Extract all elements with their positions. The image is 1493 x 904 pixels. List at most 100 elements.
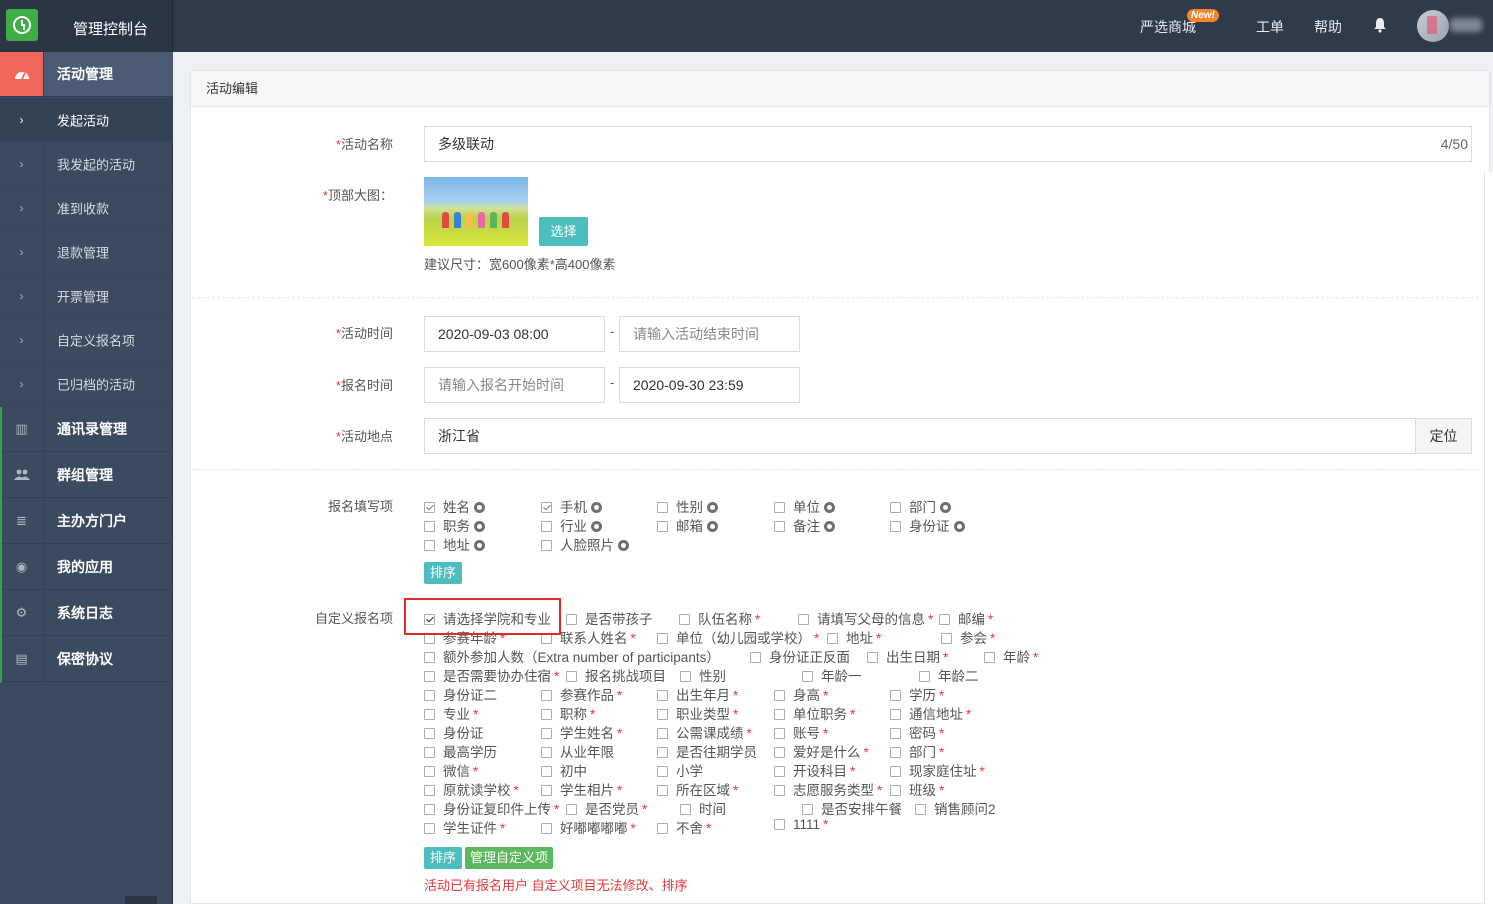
custom-item-option[interactable]: 出生年月 * (657, 684, 738, 703)
custom-item-option[interactable]: 身份证正反面 (750, 646, 850, 665)
checkbox[interactable] (774, 521, 785, 532)
gear-icon[interactable] (618, 540, 629, 551)
sidebar-item-groups[interactable]: 群组管理 (0, 453, 173, 498)
checkbox[interactable] (657, 633, 668, 644)
custom-item-option[interactable]: 是否需要协办住宿 * (424, 665, 559, 684)
checkbox[interactable] (890, 502, 901, 513)
custom-item-option[interactable]: 1111 * (774, 817, 828, 836)
fill-item-option[interactable]: 姓名 (424, 496, 485, 515)
custom-item-option[interactable]: 年龄 * (984, 646, 1038, 665)
checkbox[interactable] (541, 823, 552, 834)
checkbox[interactable] (774, 747, 785, 758)
avatar[interactable] (1417, 10, 1449, 42)
checkbox[interactable] (424, 540, 435, 551)
custom-item-option[interactable]: 是否安排午餐 (802, 798, 902, 817)
checkbox[interactable] (657, 785, 668, 796)
gear-icon[interactable] (953, 521, 965, 532)
gear-icon[interactable] (824, 521, 835, 532)
fill-item-option[interactable]: 人脸照片 (541, 534, 629, 553)
custom-item-option[interactable]: 年龄二 (919, 665, 979, 684)
checkbox[interactable] (541, 540, 552, 551)
custom-item-option[interactable]: 报名挑战项目 (566, 665, 666, 684)
custom-item-option[interactable]: 邮编 * (939, 608, 993, 627)
sidebar-sub-archived[interactable]: › 已归档的活动 (0, 362, 173, 406)
sidebar-sub-custom-fields[interactable]: › 自定义报名项 (0, 318, 173, 362)
sidebar-sub-refunds[interactable]: › 退款管理 (0, 230, 173, 274)
gear-icon[interactable] (474, 540, 485, 551)
checkbox[interactable] (774, 709, 785, 720)
custom-sort-button[interactable]: 排序 (424, 847, 462, 869)
custom-item-option[interactable]: 参赛作品 * (541, 684, 622, 703)
checkbox[interactable] (680, 804, 691, 815)
custom-item-option[interactable]: 出生日期 * (867, 646, 948, 665)
checkbox[interactable] (424, 747, 435, 758)
checkbox[interactable] (424, 728, 435, 739)
fill-item-option[interactable]: 邮箱 (657, 515, 718, 534)
activity-name-input[interactable]: 多级联动 4/50 (424, 126, 1472, 162)
custom-item-option[interactable]: 职业类型 * (657, 703, 738, 722)
custom-item-option[interactable]: 从业年限 (541, 741, 614, 760)
location-input[interactable]: 浙江省 定位 (424, 418, 1472, 454)
sidebar-sub-payments[interactable]: › 准到收款 (0, 186, 173, 230)
custom-item-option[interactable]: 学生相片 * (541, 779, 622, 798)
custom-item-option[interactable]: 部门 * (890, 741, 944, 760)
checkbox[interactable] (657, 823, 668, 834)
custom-item-option[interactable]: 额外参加人数（Extra number of participants） (424, 646, 720, 665)
checkbox[interactable] (774, 766, 785, 777)
checkbox[interactable] (424, 690, 435, 701)
checkbox[interactable] (827, 633, 838, 644)
sidebar-item-nda[interactable]: ▤ 保密协议 (0, 637, 173, 682)
custom-item-option[interactable]: 单位（幼儿园或学校） * (657, 627, 819, 646)
checkbox[interactable] (774, 785, 785, 796)
checkbox[interactable] (541, 521, 552, 532)
checkbox[interactable] (802, 671, 813, 682)
sidebar-sub-invoices[interactable]: › 开票管理 (0, 274, 173, 318)
custom-item-option[interactable]: 学生证件 * (424, 817, 505, 836)
custom-item-option[interactable]: 年龄一 (802, 665, 862, 684)
custom-item-option[interactable]: 微信 * (424, 760, 478, 779)
checkbox[interactable] (774, 502, 785, 513)
fill-item-option[interactable]: 地址 (424, 534, 485, 553)
custom-item-option[interactable]: 是否带孩子 (566, 608, 653, 627)
custom-item-option[interactable]: 志愿服务类型 * (774, 779, 882, 798)
sidebar-item-logs[interactable]: ⚙ 系统日志 (0, 591, 173, 636)
checkbox[interactable] (890, 728, 901, 739)
custom-item-option[interactable]: 参会 * (941, 627, 995, 646)
checkbox[interactable] (890, 766, 901, 777)
checkbox[interactable] (424, 804, 435, 815)
gear-icon[interactable] (707, 521, 718, 532)
gear-icon[interactable] (591, 521, 602, 532)
checkbox[interactable] (867, 652, 878, 663)
custom-item-option[interactable]: 销售顾问2 (915, 798, 996, 817)
fill-item-option[interactable]: 部门 (890, 496, 951, 515)
custom-item-option[interactable]: 小学 (657, 760, 703, 779)
checkbox[interactable] (984, 652, 995, 663)
locate-button[interactable]: 定位 (1415, 419, 1471, 453)
checkbox[interactable] (939, 614, 950, 625)
custom-item-option[interactable]: 身份证二 (424, 684, 497, 703)
checkbox[interactable] (679, 614, 690, 625)
custom-item-option[interactable]: 初中 (541, 760, 587, 779)
checkbox[interactable] (424, 502, 435, 513)
sidebar-item-contacts[interactable]: ▥ 通讯录管理 (0, 407, 173, 452)
custom-item-option[interactable]: 原就读学校 * (424, 779, 519, 798)
checkbox[interactable] (890, 785, 901, 796)
checkbox[interactable] (774, 690, 785, 701)
custom-item-option[interactable]: 性别 (680, 665, 726, 684)
clock-logo-icon[interactable] (6, 9, 38, 41)
checkbox[interactable] (541, 766, 552, 777)
mall-link[interactable]: 严选商城 (1140, 17, 1196, 37)
checkbox[interactable] (424, 823, 435, 834)
custom-item-option[interactable]: 职称 * (541, 703, 595, 722)
checkbox[interactable] (890, 709, 901, 720)
checkbox[interactable] (774, 819, 785, 830)
manage-custom-button[interactable]: 管理自定义项 (465, 847, 553, 869)
checkbox[interactable] (890, 521, 901, 532)
fill-item-option[interactable]: 手机 (541, 496, 602, 515)
checkbox[interactable] (657, 766, 668, 777)
custom-item-option[interactable]: 是否党员 * (566, 798, 647, 817)
checkbox[interactable] (424, 785, 435, 796)
checkbox[interactable] (680, 671, 691, 682)
custom-item-option[interactable]: 密码 * (890, 722, 944, 741)
custom-item-option[interactable]: 不舍 * (657, 817, 711, 836)
